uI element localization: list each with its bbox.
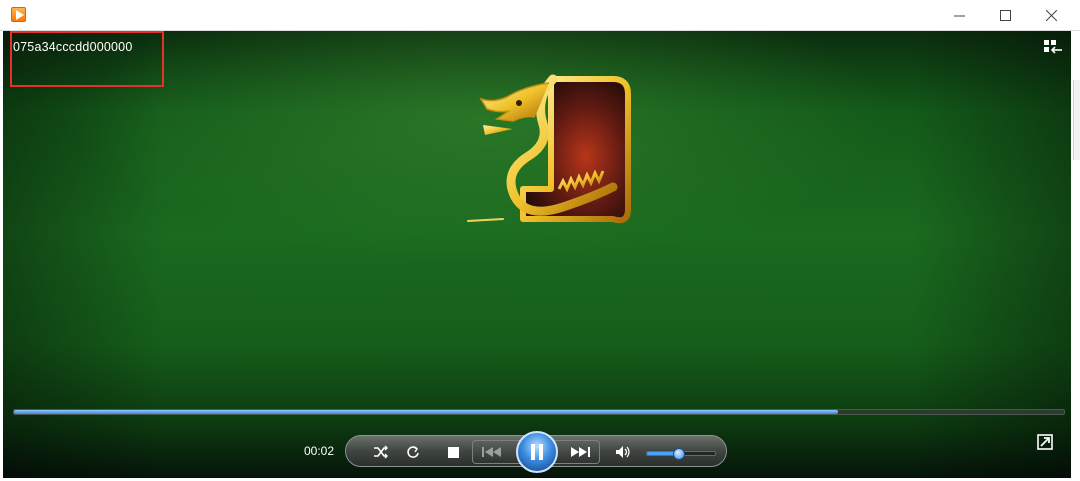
volume-slider-knob[interactable] bbox=[672, 448, 685, 460]
stop-icon bbox=[447, 446, 459, 458]
pause-icon bbox=[531, 444, 543, 460]
switch-to-library-button[interactable] bbox=[1043, 39, 1063, 55]
close-button[interactable] bbox=[1028, 0, 1074, 30]
mute-button[interactable] bbox=[612, 441, 634, 463]
stop-button[interactable] bbox=[442, 441, 464, 463]
highlight-box bbox=[10, 31, 164, 87]
background-window-edge bbox=[1073, 80, 1080, 160]
shuffle-icon bbox=[374, 445, 388, 459]
maximize-icon bbox=[999, 9, 1011, 21]
volume-icon bbox=[616, 446, 630, 458]
seek-bar[interactable] bbox=[13, 409, 1065, 415]
next-icon bbox=[571, 447, 590, 457]
seek-bar-progress bbox=[14, 410, 839, 414]
video-area[interactable]: 075a34cccdd000000 00:02 bbox=[3, 31, 1071, 478]
playback-controls bbox=[345, 431, 727, 473]
fullscreen-icon bbox=[1037, 434, 1053, 450]
shuffle-button[interactable] bbox=[370, 441, 392, 463]
dragon-logo bbox=[467, 74, 631, 224]
close-icon bbox=[1045, 9, 1057, 21]
media-player-icon[interactable] bbox=[11, 7, 26, 22]
volume-slider[interactable] bbox=[646, 448, 716, 460]
next-button[interactable] bbox=[569, 441, 591, 463]
repeat-icon bbox=[407, 446, 419, 458]
title-bar bbox=[0, 0, 1080, 31]
fullscreen-button[interactable] bbox=[1037, 434, 1053, 450]
previous-button[interactable] bbox=[481, 441, 503, 463]
media-player-window: 075a34cccdd000000 00:02 bbox=[0, 0, 1080, 481]
previous-icon bbox=[482, 447, 501, 457]
play-pause-button[interactable] bbox=[516, 431, 558, 473]
repeat-button[interactable] bbox=[402, 441, 424, 463]
minimize-button[interactable] bbox=[936, 0, 982, 30]
minimize-icon bbox=[953, 15, 965, 16]
switch-to-library-icon bbox=[1044, 40, 1062, 54]
elapsed-time: 00:02 bbox=[304, 444, 335, 458]
maximize-button[interactable] bbox=[982, 0, 1028, 30]
